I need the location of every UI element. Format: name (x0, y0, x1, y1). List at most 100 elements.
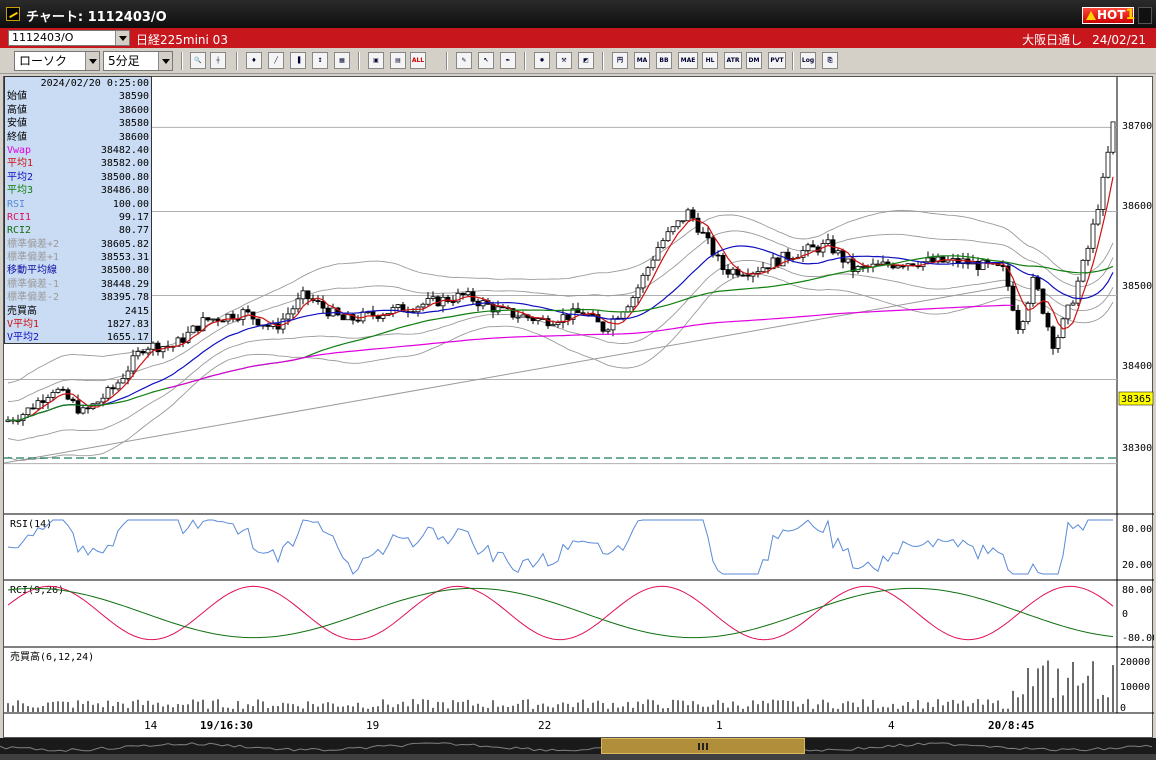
candle-body (700, 231, 706, 234)
window-control-button[interactable] (1138, 7, 1152, 24)
rci1-line (7, 585, 1114, 641)
volume-bar (427, 699, 429, 712)
scrollbar-thumb[interactable] (601, 738, 805, 754)
info-row: Vwap 38482.40 (7, 144, 149, 157)
info-row: 標準偏差-2 38395.78 (7, 291, 149, 304)
pen-icon[interactable]: ✒ (500, 52, 516, 69)
hot-button[interactable]: HOT1 (1082, 7, 1135, 24)
candle-body (550, 324, 556, 327)
crosshair-icon[interactable]: ┼ (210, 52, 226, 69)
volume-bar (402, 701, 404, 712)
fibonacci-icon[interactable]: ✹ (534, 52, 550, 69)
volume-bar (807, 699, 809, 712)
candle-body (980, 259, 986, 270)
volume-bar (1082, 683, 1084, 712)
volume-bar (877, 708, 879, 712)
bb-button[interactable]: BB (656, 52, 672, 69)
price-tick-label: 38500 (1122, 281, 1152, 292)
mae-button[interactable]: MAE (678, 52, 698, 69)
pointer-icon[interactable]: ↖ (478, 52, 494, 69)
ma-button[interactable]: MA (634, 52, 650, 69)
info-value: 80.77 (118, 225, 149, 237)
volume-bar (742, 708, 744, 712)
volume-bar (522, 699, 524, 712)
info-key: 売買高 (7, 305, 37, 317)
candle-body (655, 247, 661, 261)
volume-bar (927, 702, 929, 712)
candle-body (425, 298, 431, 305)
candle-icon[interactable]: ♦ (246, 52, 262, 69)
info-icon[interactable]: ▤ (390, 52, 406, 69)
info-key: 標準偏差-1 (7, 278, 60, 290)
color-icon[interactable]: ◩ (578, 52, 594, 69)
volume-bar (292, 704, 294, 712)
candle-body (810, 244, 816, 248)
candle-body (925, 257, 931, 263)
draw-icon[interactable]: ✎ (456, 52, 472, 69)
line-icon[interactable]: ╱ (268, 52, 284, 69)
candle-body (900, 265, 906, 268)
info-value: 38448.29 (100, 278, 149, 290)
candle-body (125, 370, 131, 379)
dmi-button[interactable]: DM I (746, 52, 762, 69)
chart-area[interactable]: 38700 38600 38500 38400 38300 38365 RSI(… (3, 76, 1156, 739)
candle-body (295, 298, 301, 310)
volume-bar (652, 700, 654, 712)
time-axis-label: 1 (716, 719, 723, 732)
volume-bar (782, 700, 784, 712)
price-chart-svg[interactable]: 38700 38600 38500 38400 38300 38365 RSI(… (3, 77, 1156, 739)
zoom-icon[interactable]: 🔍 (190, 52, 206, 69)
info-row: 平均2 38500.80 (7, 171, 149, 184)
volume-bar (822, 699, 824, 712)
volume-tick-label: 0 (1120, 703, 1126, 714)
chart-scrollbar[interactable] (0, 738, 1156, 760)
candle-body (50, 392, 56, 398)
volume-bar (372, 706, 374, 712)
hl-button[interactable]: HL (702, 52, 718, 69)
info-key: 終値 (7, 131, 27, 143)
info-value: 38486.80 (100, 185, 149, 197)
pvt-button[interactable]: PVT (768, 52, 786, 69)
all-button[interactable]: ALL (410, 52, 426, 69)
ichimoku-icon[interactable]: 円 (612, 52, 628, 69)
grip-icon (698, 743, 708, 750)
volume-bar (152, 704, 154, 712)
volume-bar (217, 699, 219, 712)
candle-body (1095, 209, 1101, 225)
volume-bar (77, 700, 79, 712)
symbol-dropdown-icon[interactable] (115, 31, 129, 45)
chevron-down-icon[interactable] (158, 52, 172, 70)
candle-body (685, 209, 691, 222)
trend-icon[interactable]: ↕ (312, 52, 328, 69)
log-button[interactable]: Log (800, 52, 816, 69)
volume-bar (242, 708, 244, 712)
info-key: RCI2 (7, 225, 32, 237)
toolbar-separator (236, 52, 238, 70)
volume-bar (1087, 675, 1089, 712)
candle-body (30, 407, 36, 410)
candle-body (290, 308, 296, 315)
info-value: 100.00 (112, 198, 149, 210)
volume-bar (592, 702, 594, 712)
candle-body (845, 258, 851, 263)
volume-tick-label: 20000 (1120, 657, 1150, 668)
candle-body (380, 315, 386, 319)
volume-bar (497, 706, 499, 712)
atr-button[interactable]: ATR (724, 52, 742, 69)
bar-icon[interactable]: ▐ (290, 52, 306, 69)
grid-icon[interactable]: ▦ (334, 52, 350, 69)
volume-bar (1102, 695, 1104, 712)
chart-type-select[interactable]: ローソク (14, 51, 100, 71)
interval-select[interactable]: 5分足 (103, 51, 173, 71)
candle-body (110, 387, 116, 390)
candle-body (205, 317, 211, 321)
volume-bar (347, 705, 349, 712)
info-key: 平均2 (7, 171, 34, 183)
mark-icon[interactable]: ▣ (368, 52, 384, 69)
symbol-input[interactable]: 1112403/O (8, 30, 130, 46)
toolbar-separator (524, 52, 526, 70)
chevron-down-icon[interactable] (85, 52, 99, 70)
volume-bar (917, 700, 919, 712)
wrench-icon[interactable]: ⚒ (556, 52, 572, 69)
export-icon[interactable]: ⎘ (822, 52, 838, 69)
